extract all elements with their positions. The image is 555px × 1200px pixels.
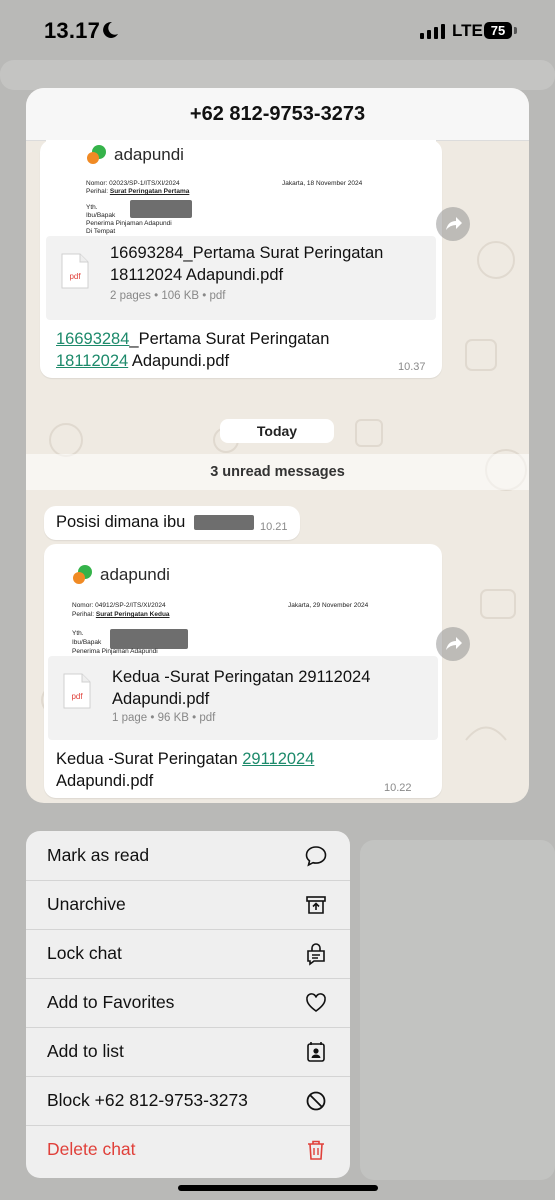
unarchive-icon [306, 896, 326, 914]
doc-yth: Yth. [86, 204, 98, 211]
doc-date: Jakarta, 29 November 2024 [288, 602, 369, 609]
file-attachment[interactable]: pdf Kedua -Surat Peringatan 29112024 Ada… [48, 656, 438, 740]
file-name: Kedua -Surat Peringatan 29112024 Adapund… [112, 668, 371, 708]
battery-icon: 75 [484, 22, 512, 39]
menu-item-mark-as-read[interactable]: Mark as read [26, 831, 350, 881]
doc-nomor: Nomor: 02023/SP-1/ITS/XI/2024 [86, 180, 180, 187]
doc-line3: Penerima Pinjaman Adapundi [72, 648, 158, 655]
moon-icon [103, 21, 118, 38]
redaction [130, 200, 192, 218]
message-caption: 16693284_Pertama Surat Peringatan 181120… [56, 330, 330, 370]
svg-text:pdf: pdf [69, 272, 81, 281]
doc-line4: Di Tempat [86, 228, 116, 235]
forward-icon [446, 217, 462, 230]
file-attachment[interactable]: pdf 16693284_Pertama Surat Peringatan 18… [46, 236, 436, 320]
caption-link[interactable]: 29112024 [242, 750, 314, 768]
background-list [360, 840, 555, 1180]
menu-item-lock-chat[interactable]: Lock chat [26, 929, 350, 979]
trash-icon [308, 1140, 324, 1160]
message-text-body: Posisi dimana ibu [56, 513, 186, 531]
menu-item-add-to-list[interactable]: Add to list [26, 1027, 350, 1077]
signal-icon [420, 24, 445, 39]
forward-button[interactable] [436, 627, 470, 661]
doc-perihal: Perihal: Surat Peringatan Kedua [72, 611, 170, 618]
caption-link[interactable]: 16693284 [56, 330, 129, 348]
heart-icon [306, 993, 326, 1012]
adapundi-logo-icon [87, 145, 106, 164]
message-text[interactable]: Posisi dimana ibu 10.21 [44, 506, 300, 540]
file-name: 16693284_Pertama Surat Peringatan 181120… [110, 244, 384, 284]
caption-link[interactable]: 18112024 [56, 352, 128, 370]
network-type: LTE [452, 21, 483, 40]
doc-recipient: Ibu/Bapak [72, 639, 102, 646]
file-meta: 1 page • 96 KB • pdf [112, 712, 216, 724]
redaction [110, 629, 188, 649]
message-time: 10.22 [384, 782, 412, 794]
chat-bubble-icon [305, 846, 327, 867]
file-meta: 2 pages • 106 KB • pdf [110, 290, 226, 302]
lock-chat-icon [307, 943, 325, 966]
doc-date: Jakarta, 18 November 2024 [282, 180, 363, 187]
forward-button[interactable] [436, 207, 470, 241]
forward-icon [446, 637, 462, 650]
message-time: 10.21 [260, 521, 288, 533]
menu-item-block[interactable]: Block +62 812-9753-3273 [26, 1076, 350, 1126]
document-preview: adapundi Nomor: 02023/SP-1/ITS/XI/2024 J… [46, 140, 436, 236]
message-document-1[interactable]: adapundi Nomor: 02023/SP-1/ITS/XI/2024 J… [40, 140, 442, 378]
date-divider: Today [220, 419, 334, 443]
message-document-2[interactable]: adapundi Nomor: 04912/SP-2/ITS/XI/2024 J… [44, 544, 442, 798]
menu-item-unarchive[interactable]: Unarchive [26, 880, 350, 930]
menu-item-delete-chat[interactable]: Delete chat [26, 1125, 350, 1178]
doc-yth: Yth. [72, 630, 84, 637]
battery-cap [514, 27, 517, 34]
doc-nomor: Nomor: 04912/SP-2/ITS/XI/2024 [72, 602, 166, 609]
menu-item-add-to-favorites[interactable]: Add to Favorites [26, 978, 350, 1028]
chat-title: +62 812-9753-3273 [26, 88, 529, 141]
status-time: 13.17 [44, 18, 101, 43]
adapundi-logo: adapundi [86, 144, 184, 166]
contact-list-icon [307, 1042, 325, 1062]
message-caption: Kedua -Surat Peringatan 29112024 Adapund… [56, 750, 315, 790]
adapundi-logo: adapundi [72, 564, 170, 586]
svg-text:pdf: pdf [71, 692, 83, 701]
status-bar: 13.17 LTE 75 [0, 0, 555, 62]
pdf-file-icon: pdf [61, 253, 89, 289]
doc-perihal: Perihal: Surat Peringatan Pertama [86, 188, 190, 195]
adapundi-logo-icon [73, 565, 92, 584]
background-header [0, 60, 555, 90]
unread-divider: 3 unread messages [26, 454, 529, 490]
home-indicator[interactable] [178, 1185, 378, 1191]
block-icon [306, 1091, 326, 1111]
chat-preview[interactable]: +62 812-9753-3273 adapundi Nomor: 02023/… [26, 88, 529, 803]
pdf-file-icon: pdf [63, 673, 91, 709]
message-time: 10.37 [398, 361, 426, 373]
doc-recipient: Ibu/Bapak [86, 212, 116, 219]
context-menu: Mark as read Unarchive Lock chat Add to … [26, 831, 350, 1178]
redaction [194, 515, 254, 530]
doc-line3: Penerima Pinjaman Adapundi [86, 220, 172, 227]
document-preview: adapundi Nomor: 04912/SP-2/ITS/XI/2024 J… [48, 548, 438, 658]
